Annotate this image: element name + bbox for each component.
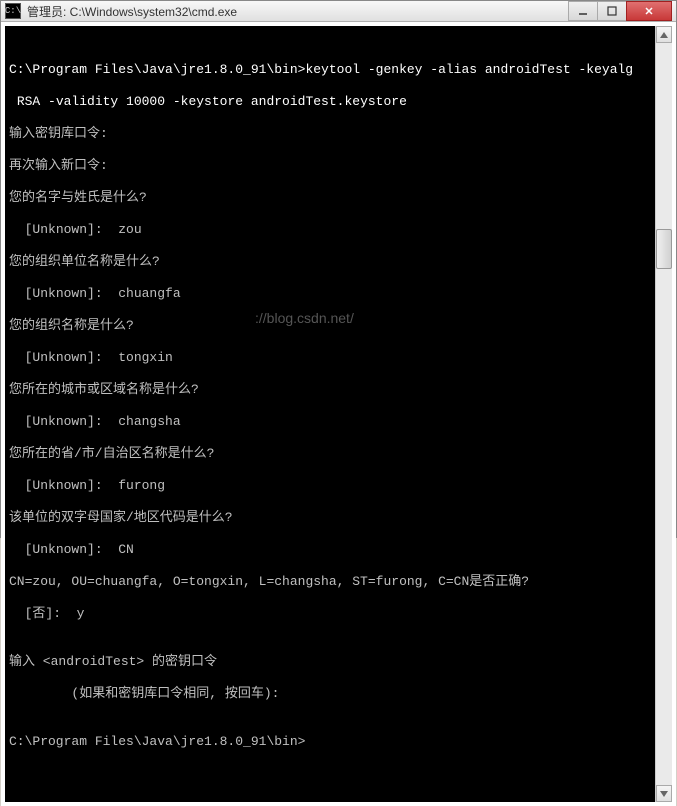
- maximize-button[interactable]: [597, 1, 627, 21]
- console-wrapper: C:\Program Files\Java\jre1.8.0_91\bin>ke…: [1, 22, 676, 806]
- console-line: 您所在的省/市/自治区名称是什么?: [9, 446, 651, 462]
- console-line: C:\Program Files\Java\jre1.8.0_91\bin>ke…: [9, 62, 651, 78]
- console-line: 输入密钥库口令:: [9, 126, 651, 142]
- console-line: 您的名字与姓氏是什么?: [9, 190, 651, 206]
- cmd-icon: C:\: [5, 3, 21, 19]
- console-line: (如果和密钥库口令相同, 按回车):: [9, 686, 651, 702]
- console-line: [Unknown]: changsha: [9, 414, 651, 430]
- scroll-up-button[interactable]: [656, 26, 672, 43]
- console-line: [Unknown]: CN: [9, 542, 651, 558]
- window-controls: [569, 1, 672, 21]
- console-line: 您的组织名称是什么?: [9, 318, 651, 334]
- titlebar[interactable]: C:\ 管理员: C:\Windows\system32\cmd.exe: [1, 1, 676, 22]
- console-output[interactable]: C:\Program Files\Java\jre1.8.0_91\bin>ke…: [5, 26, 655, 802]
- console-line: [否]: y: [9, 606, 651, 622]
- console-line: 您所在的城市或区域名称是什么?: [9, 382, 651, 398]
- vertical-scrollbar[interactable]: [655, 26, 672, 802]
- console-line: [Unknown]: chuangfa: [9, 286, 651, 302]
- console-line: 输入 <androidTest> 的密钥口令: [9, 654, 651, 670]
- close-button[interactable]: [626, 1, 672, 21]
- console-line: [Unknown]: furong: [9, 478, 651, 494]
- scroll-down-button[interactable]: [656, 785, 672, 802]
- console-line: 再次输入新口令:: [9, 158, 651, 174]
- console-line: 该单位的双字母国家/地区代码是什么?: [9, 510, 651, 526]
- minimize-button[interactable]: [568, 1, 598, 21]
- scroll-track[interactable]: [656, 43, 672, 785]
- console-line: CN=zou, OU=chuangfa, O=tongxin, L=changs…: [9, 574, 651, 590]
- console-line: [Unknown]: tongxin: [9, 350, 651, 366]
- console-line: [Unknown]: zou: [9, 222, 651, 238]
- console-line: 您的组织单位名称是什么?: [9, 254, 651, 270]
- window-title: 管理员: C:\Windows\system32\cmd.exe: [27, 3, 569, 20]
- console-line: RSA -validity 10000 -keystore androidTes…: [9, 94, 651, 110]
- scroll-thumb[interactable]: [656, 229, 672, 269]
- cmd-window: C:\ 管理员: C:\Windows\system32\cmd.exe C:\…: [1, 1, 676, 537]
- console-line: C:\Program Files\Java\jre1.8.0_91\bin>: [9, 734, 651, 750]
